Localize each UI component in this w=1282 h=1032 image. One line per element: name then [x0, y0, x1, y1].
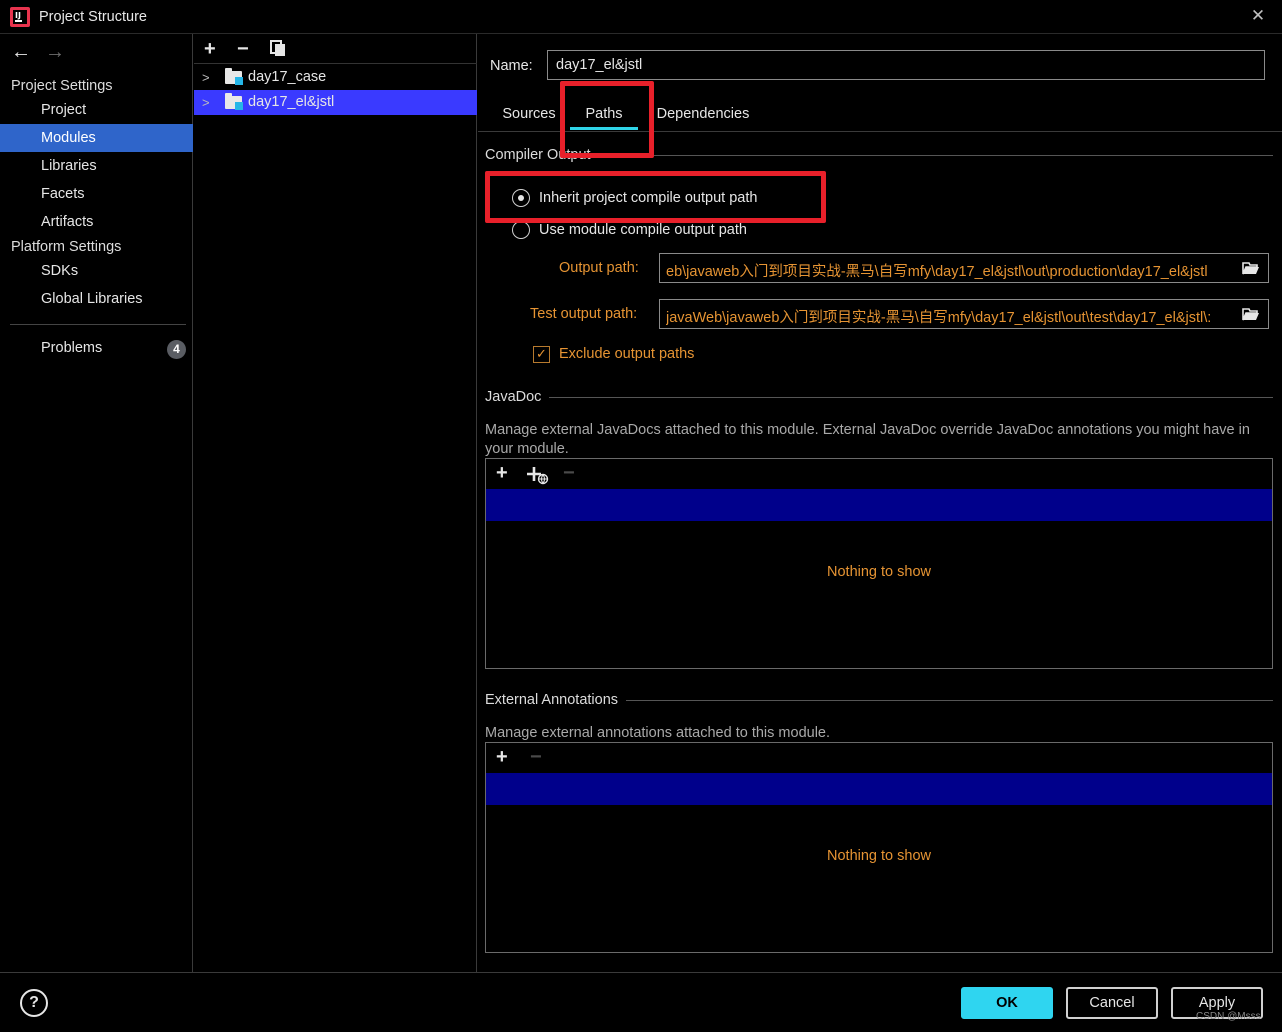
javadoc-list-toolbar: + −	[486, 459, 1272, 489]
test-output-path-field[interactable]: :\javaWeb\javaweb入门到项目实战-黑马\自写mfy\day17_…	[659, 299, 1269, 329]
ok-button[interactable]: OK	[961, 987, 1053, 1019]
back-arrow-icon[interactable]: ←	[11, 42, 31, 62]
annotations-title: External Annotations	[485, 692, 627, 708]
tab-sources[interactable]: Sources	[498, 102, 560, 132]
module-folder-icon	[225, 68, 243, 85]
chevron-right-icon[interactable]: >	[202, 90, 210, 115]
nav-item-facets[interactable]: Facets	[0, 180, 193, 208]
nav-item-artifacts[interactable]: Artifacts	[0, 208, 193, 236]
paths-tab-highlight	[560, 81, 654, 158]
output-path-label: Output path:	[559, 260, 639, 276]
nav-item-modules[interactable]: Modules	[0, 124, 193, 152]
remove-annotation-button[interactable]: −	[530, 746, 542, 768]
tree-row-module[interactable]: > day17_case	[194, 65, 477, 90]
project-settings-header: Project Settings	[11, 78, 113, 94]
javadoc-empty-text: Nothing to show	[827, 564, 931, 580]
module-label: day17_el&jstl	[248, 94, 335, 110]
annotations-selected-row[interactable]	[486, 773, 1272, 805]
module-label: day17_case	[248, 69, 327, 85]
module-tree-pane: + − > day17_case > day17_el&jstl	[194, 34, 477, 972]
javadoc-description: Manage external JavaDocs attached to thi…	[485, 422, 1250, 457]
svg-text:IJ: IJ	[15, 11, 21, 20]
exclude-output-checkbox[interactable]: ✓	[533, 346, 550, 363]
nav-item-global-libraries[interactable]: Global Libraries	[0, 285, 193, 313]
module-output-label[interactable]: Use module compile output path	[539, 222, 747, 238]
module-name-input[interactable]	[547, 50, 1265, 80]
tree-toolbar-divider	[194, 63, 477, 64]
folder-open-icon[interactable]	[1242, 261, 1260, 275]
javadoc-divider	[485, 397, 1273, 398]
nav-item-sdks[interactable]: SDKs	[0, 257, 193, 285]
test-output-path-label: Test output path:	[530, 306, 638, 322]
add-module-button[interactable]: +	[204, 38, 216, 60]
platform-settings-header: Platform Settings	[11, 239, 122, 255]
help-button[interactable]: ?	[20, 989, 48, 1017]
tree-row-module-selected[interactable]: > day17_el&jstl	[194, 90, 477, 115]
module-settings-pane: Name: Sources Paths Dependencies Compile…	[478, 34, 1282, 972]
close-icon[interactable]: ✕	[1248, 5, 1268, 27]
annotations-list[interactable]: + − Nothing to show	[485, 742, 1273, 953]
annotations-empty-text: Nothing to show	[827, 848, 931, 864]
add-javadoc-button[interactable]: +	[496, 462, 508, 484]
output-path-field[interactable]: eb\javaweb入门到项目实战-黑马\自写mfy\day17_el&jstl…	[659, 253, 1269, 283]
annotations-list-toolbar: + −	[486, 743, 1272, 773]
nav-item-libraries[interactable]: Libraries	[0, 152, 193, 180]
folder-open-icon[interactable]	[1242, 307, 1260, 321]
name-label: Name:	[490, 58, 533, 74]
remove-module-button[interactable]: −	[237, 38, 249, 60]
inherit-option-highlight	[485, 171, 826, 223]
nav-divider	[10, 324, 186, 325]
nav-item-project[interactable]: Project	[0, 96, 193, 124]
chevron-right-icon[interactable]: >	[202, 65, 210, 90]
tab-dependencies[interactable]: Dependencies	[650, 102, 756, 132]
forward-arrow-icon[interactable]: →	[45, 42, 65, 62]
test-output-path-value: :\javaWeb\javaweb入门到项目实战-黑马\自写mfy\day17_…	[666, 310, 1212, 326]
remove-javadoc-button[interactable]: −	[563, 462, 575, 484]
output-path-value: eb\javaweb入门到项目实战-黑马\自写mfy\day17_el&jstl…	[666, 264, 1208, 280]
title-bar: IJ Project Structure ✕	[0, 0, 1282, 34]
dialog-button-bar: ? OK Cancel Apply	[0, 972, 1282, 1032]
intellij-idea-icon: IJ	[10, 7, 30, 27]
add-annotation-button[interactable]: +	[496, 746, 508, 768]
add-javadoc-url-icon[interactable]	[527, 467, 549, 485]
copy-icon[interactable]	[270, 40, 287, 57]
problems-count-badge: 4	[167, 340, 186, 359]
annotations-description: Manage external annotations attached to …	[485, 725, 831, 741]
module-folder-icon	[225, 93, 243, 110]
settings-nav: ← → Project Settings Project Modules Lib…	[0, 34, 193, 972]
window-title: Project Structure	[39, 9, 147, 25]
watermark-text: CSDN @Msss	[1196, 1011, 1261, 1022]
module-output-radio[interactable]	[512, 221, 530, 239]
javadoc-title: JavaDoc	[485, 389, 550, 405]
javadoc-selected-row[interactable]	[486, 489, 1272, 521]
javadoc-list[interactable]: + − Nothing to show	[485, 458, 1273, 669]
nav-item-problems[interactable]: Problems	[0, 334, 193, 362]
exclude-output-label[interactable]: Exclude output paths	[559, 346, 694, 362]
cancel-button[interactable]: Cancel	[1066, 987, 1158, 1019]
